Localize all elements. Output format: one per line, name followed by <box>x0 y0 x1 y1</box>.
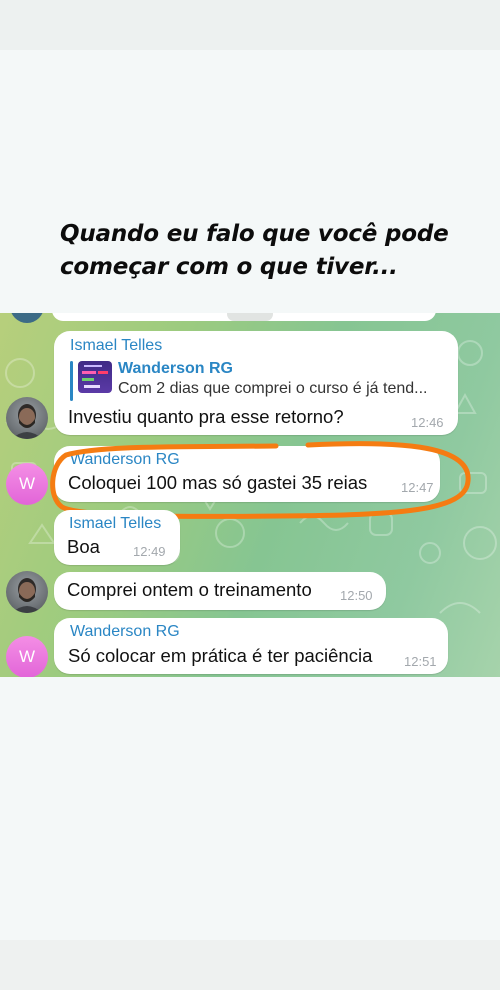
message-text: Só colocar em prática é ter paciência <box>68 645 373 666</box>
reply-image-thumbnail[interactable] <box>78 361 112 393</box>
message-time: 12:46 <box>411 415 444 430</box>
avatar-ismael[interactable] <box>6 397 48 439</box>
person-photo-icon <box>12 404 42 439</box>
chat-screenshot: Ismael Telles Wanderson RG Com 2 dias qu… <box>0 313 500 677</box>
message-text: Comprei ontem o treinamento <box>67 579 312 600</box>
avatar-ismael[interactable] <box>6 571 48 613</box>
sender-name[interactable]: Wanderson RG <box>70 623 180 641</box>
reply-quote-bar <box>70 361 73 401</box>
bottom-strip <box>0 940 500 990</box>
message-time: 12:50 <box>340 588 373 603</box>
message-bubble[interactable]: Comprei ontem o treinamento 12:50 <box>54 572 386 610</box>
date-pill <box>227 313 273 321</box>
caption-line-2: começar com o que tiver... <box>60 254 398 280</box>
message-time: 12:51 <box>404 654 437 669</box>
message-text: Boa <box>67 536 100 557</box>
sender-name[interactable]: Ismael Telles <box>69 515 161 533</box>
avatar-wanderson[interactable]: W <box>6 636 48 677</box>
caption-line-1: Quando eu falo que você pode <box>60 221 449 247</box>
sender-name[interactable]: Ismael Telles <box>70 337 162 355</box>
message-time: 12:49 <box>133 544 166 559</box>
message-text: Investiu quanto pra esse retorno? <box>68 406 344 427</box>
reply-text: Com 2 dias que comprei o curso é já tend… <box>118 380 428 397</box>
message-bubble[interactable]: Ismael Telles Boa 12:49 <box>54 510 180 565</box>
reply-sender-name: Wanderson RG <box>118 360 233 377</box>
message-bubble[interactable]: Wanderson RG Só colocar em prática é ter… <box>54 618 448 674</box>
caption-text: Quando eu falo que você pode começar com… <box>60 218 480 284</box>
person-photo-icon <box>12 578 42 613</box>
reply-thumbnail-graphic <box>82 365 108 388</box>
top-strip <box>0 0 500 50</box>
